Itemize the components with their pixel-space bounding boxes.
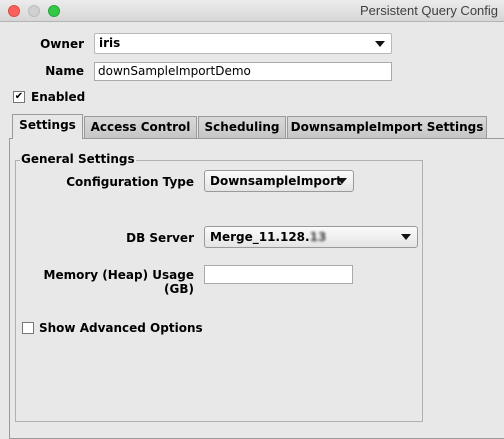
db-server-dropdown[interactable]: Merge_11.128.13 <box>204 226 418 248</box>
tab-downsampleimport-settings[interactable]: DownsampleImport Settings <box>287 116 487 138</box>
minimize-window-icon[interactable] <box>28 5 40 17</box>
general-settings-title: General Settings <box>20 152 136 166</box>
db-server-value: Merge_11.128. <box>210 230 310 244</box>
chevron-down-icon <box>401 234 411 240</box>
show-advanced-options-label: Show Advanced Options <box>39 321 203 335</box>
configuration-type-dropdown[interactable]: DownsampleImport <box>204 170 354 192</box>
memory-usage-field[interactable] <box>204 265 353 284</box>
close-window-icon[interactable] <box>8 5 20 17</box>
owner-dropdown[interactable]: iris <box>94 33 392 54</box>
title-bar: Persistent Query Config <box>0 0 504 22</box>
chevron-down-icon <box>337 178 347 184</box>
window-title: Persistent Query Config <box>360 3 499 18</box>
tab-scheduling[interactable]: Scheduling <box>198 116 286 138</box>
name-field[interactable]: downSampleImportDemo <box>94 62 392 81</box>
tab-settings[interactable]: Settings <box>12 114 83 139</box>
tab-access-control[interactable]: Access Control <box>84 116 197 138</box>
chevron-down-icon <box>375 41 385 47</box>
show-advanced-options-checkbox[interactable] <box>22 322 34 334</box>
db-server-label: DB Server <box>126 231 194 245</box>
enabled-label: Enabled <box>31 90 86 104</box>
memory-usage-label: Memory (Heap) Usage (GB) <box>43 268 194 296</box>
db-server-obscured-value: 13 <box>309 230 327 244</box>
owner-value: iris <box>99 36 121 50</box>
owner-label: Owner <box>40 37 84 51</box>
configuration-type-value: DownsampleImport <box>210 174 342 188</box>
enabled-checkbox[interactable]: ✔ <box>13 91 25 103</box>
zoom-window-icon[interactable] <box>48 5 60 17</box>
configuration-type-label: Configuration Type <box>66 175 194 189</box>
name-label: Name <box>45 64 84 78</box>
